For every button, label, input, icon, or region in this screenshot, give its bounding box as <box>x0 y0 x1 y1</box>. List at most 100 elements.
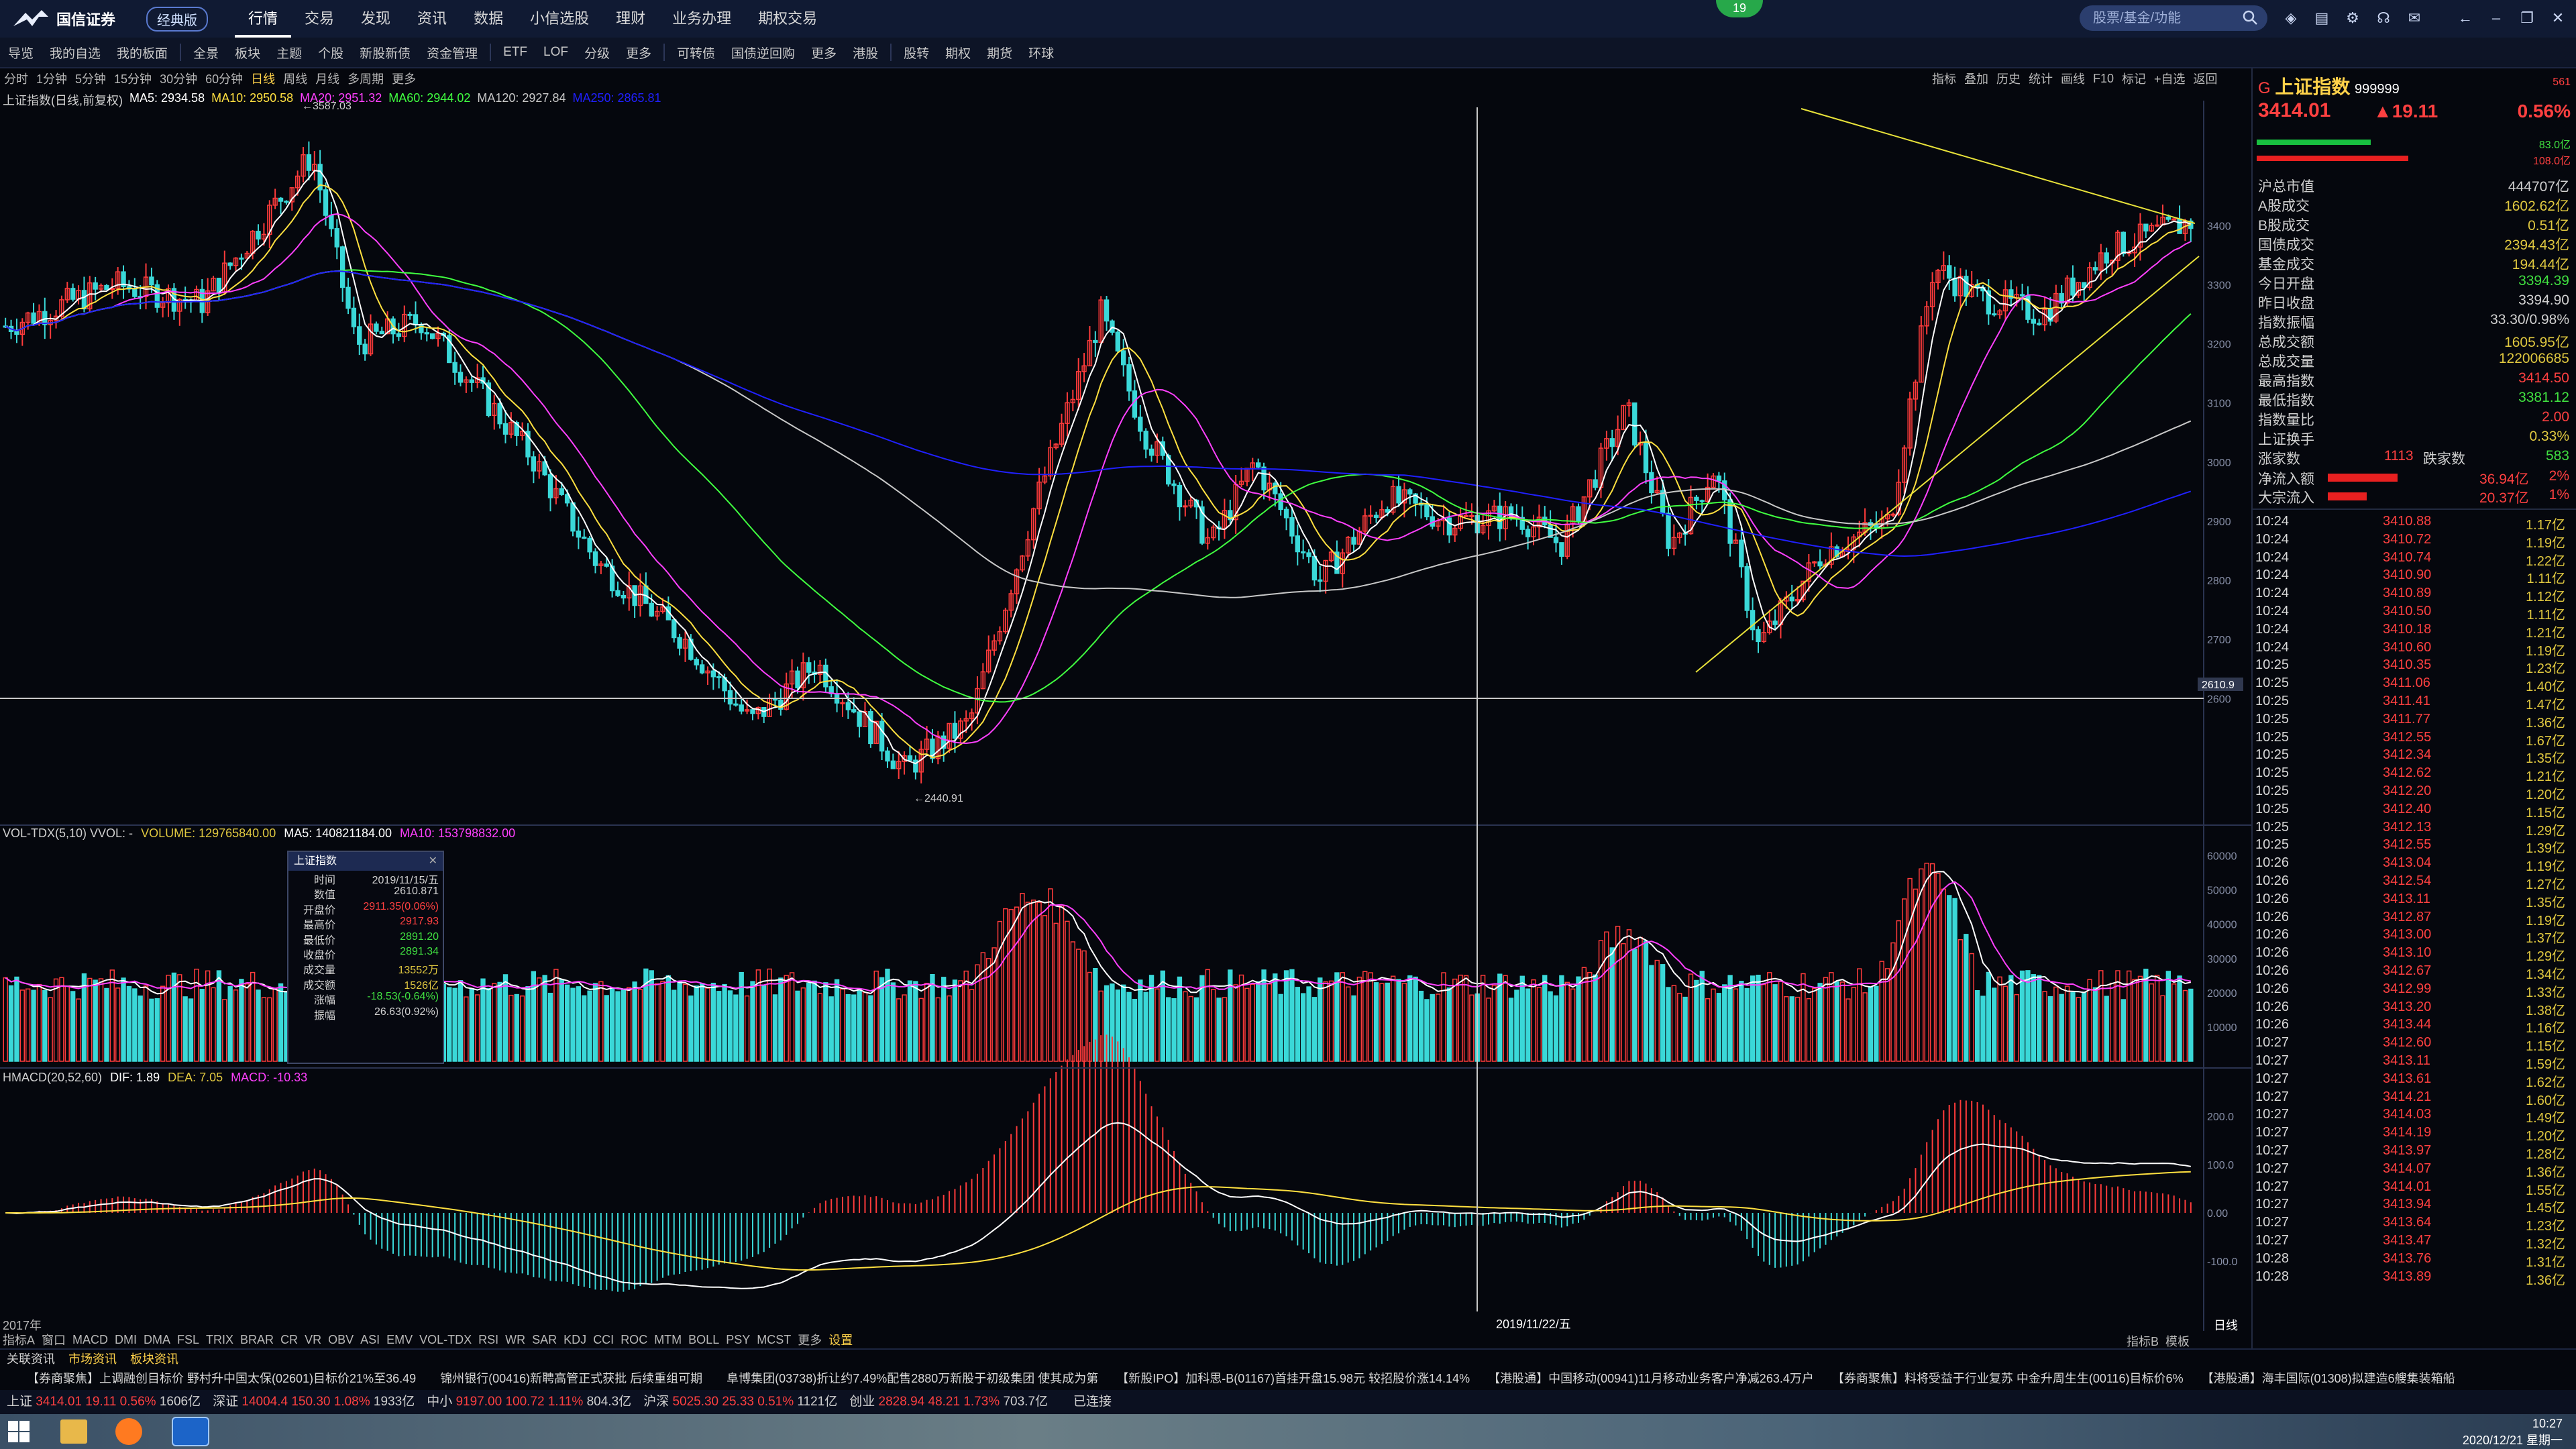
toolbar-item[interactable]: 更多 <box>618 44 659 62</box>
news-tab[interactable]: 板块资讯 <box>130 1350 178 1367</box>
period-tab[interactable]: 分时 <box>0 70 32 87</box>
indicator-tab[interactable]: BOLL <box>688 1333 719 1347</box>
nav-item[interactable]: 业务办理 <box>659 0 745 38</box>
indicator-tab[interactable]: EMV <box>386 1333 413 1347</box>
indicator-tab[interactable]: PSY <box>726 1333 750 1347</box>
period-tab[interactable]: 5分钟 <box>71 70 110 87</box>
period-tab[interactable]: 周线 <box>279 70 311 87</box>
toolbar-item[interactable]: 资金管理 <box>419 44 486 62</box>
maximize-icon[interactable]: ❐ <box>2517 8 2537 28</box>
period-tab[interactable]: 月线 <box>311 70 343 87</box>
toolbar-item[interactable]: 个股 <box>310 44 352 62</box>
period-tab[interactable]: 日线 <box>247 70 279 87</box>
toolbar-item[interactable]: 新股新债 <box>352 44 419 62</box>
indicator-tab[interactable]: MTM <box>654 1333 682 1347</box>
data-window[interactable]: 上证指数 ✕ 时间 2019/11/15/五 数值 2610.871 开盘价 2911.35… <box>287 851 444 1064</box>
indicator-tab[interactable]: RSI <box>478 1333 498 1347</box>
indicator-tab[interactable]: CCI <box>593 1333 614 1347</box>
trend-line-upper[interactable] <box>1801 108 2196 224</box>
chart-tool[interactable]: 指标 <box>1932 70 1956 87</box>
chart-tool[interactable]: 画线 <box>2061 70 2085 87</box>
indicator-tab[interactable]: ROC <box>621 1333 647 1347</box>
index-summary[interactable]: 上证 3414.01 19.11 0.56% 1606亿 <box>7 1395 201 1409</box>
indicator-tab[interactable]: VR <box>305 1333 321 1347</box>
back-icon[interactable]: ← <box>2455 8 2475 28</box>
news-tab[interactable]: 市场资讯 <box>68 1350 117 1367</box>
nav-item[interactable]: 交易 <box>291 0 347 38</box>
indicator-tab[interactable]: KDJ <box>564 1333 586 1347</box>
toolbar-item[interactable]: 全景 <box>185 44 227 62</box>
gear-icon[interactable]: ⚙ <box>2343 8 2363 28</box>
index-summary[interactable]: 深证 14004.4 150.30 1.08% 1933亿 <box>213 1395 415 1409</box>
chart-tool[interactable]: 历史 <box>1996 70 2021 87</box>
news-ticker[interactable]: 【券商聚焦】上调融创目标价 野村升中国太保(02601)目标价21%至36.49… <box>0 1367 2576 1390</box>
index-summary[interactable]: 创业 2828.94 48.21 1.73% 703.7亿 <box>849 1395 1048 1409</box>
indicator-tab[interactable]: WR <box>505 1333 525 1347</box>
indicator-tab[interactable]: DMA <box>144 1333 170 1347</box>
period-tab[interactable]: 60分钟 <box>201 70 247 87</box>
trend-line-lower[interactable] <box>1695 256 2200 673</box>
indicator-tab[interactable]: SAR <box>532 1333 557 1347</box>
nav-item[interactable]: 发现 <box>347 0 404 38</box>
toolbar-item[interactable]: 分级 <box>576 44 618 62</box>
toolbar-item[interactable]: ETF <box>495 45 535 60</box>
toolbar-item[interactable]: 可转债 <box>669 44 723 62</box>
toolbar-item[interactable]: 主题 <box>268 44 310 62</box>
file-explorer-icon[interactable] <box>60 1419 87 1444</box>
toolbar-item[interactable]: 更多 <box>803 44 845 62</box>
macd-chart[interactable]: 200.0 100.0 0.00 -100.0 <box>5 1034 2237 1292</box>
search-input[interactable]: 股票/基金/功能 <box>2080 5 2267 31</box>
indicator-tab[interactable]: FSL <box>177 1333 199 1347</box>
toolbar-item[interactable]: 港股 <box>845 44 886 62</box>
indicator-tab[interactable]: CR <box>280 1333 298 1347</box>
chart-tool[interactable]: 叠加 <box>1964 70 1988 87</box>
chart-tool[interactable]: +自选 <box>2154 70 2186 87</box>
index-summary[interactable]: 沪深 5025.30 25.33 0.51% 1121亿 <box>643 1395 837 1409</box>
period-tab[interactable]: 30分钟 <box>156 70 201 87</box>
indicator-tab[interactable]: 设置 <box>828 1331 853 1348</box>
toolbar-item[interactable]: 期权 <box>937 44 979 62</box>
close-icon[interactable]: ✕ <box>429 852 437 871</box>
toolbar-item[interactable]: 导览 <box>0 44 42 62</box>
period-tab[interactable]: 1分钟 <box>32 70 71 87</box>
minimize-icon[interactable]: – <box>2486 8 2506 28</box>
system-clock[interactable]: 10:27 2020/12/21 星期一 <box>2463 1417 2563 1448</box>
nav-item[interactable]: 数据 <box>460 0 517 38</box>
indicator-tab[interactable]: ASI <box>360 1333 380 1347</box>
period-tab[interactable]: 更多 <box>388 70 420 87</box>
document-icon[interactable]: ▤ <box>2312 8 2332 28</box>
chart-tool[interactable]: F10 <box>2093 72 2114 86</box>
indicator-tab[interactable]: VOL-TDX <box>419 1333 472 1347</box>
nav-item[interactable]: 资讯 <box>404 0 460 38</box>
stock-app-icon[interactable] <box>172 1417 209 1446</box>
message-icon[interactable]: ✉ <box>2404 8 2424 28</box>
toolbar-item[interactable]: 我的板面 <box>109 44 176 62</box>
indicator-tab[interactable]: MACD <box>72 1333 108 1347</box>
toolbar-item[interactable]: 我的自选 <box>42 44 109 62</box>
firefox-icon[interactable] <box>115 1418 142 1445</box>
indicator-tab[interactable]: TRIX <box>206 1333 233 1347</box>
indicator-tab[interactable]: 指标B <box>2127 1332 2159 1350</box>
chart-tool[interactable]: 统计 <box>2029 70 2053 87</box>
indicator-tab[interactable]: DMI <box>115 1333 137 1347</box>
toolbar-item[interactable]: 国债逆回购 <box>723 44 803 62</box>
toolbar-item[interactable]: 股转 <box>896 44 937 62</box>
index-summary[interactable]: 中小 9197.00 100.72 1.11% 804.3亿 <box>427 1395 631 1409</box>
toolbar-item[interactable]: LOF <box>535 45 576 60</box>
indicator-tab[interactable]: 指标A <box>3 1331 35 1348</box>
headset-icon[interactable]: ☊ <box>2373 8 2394 28</box>
candlestick-chart[interactable]: 3400 3300 3200 3100 3000 2900 2800 2700 2600 <box>3 141 2231 784</box>
nav-item[interactable]: 小信选股 <box>517 0 602 38</box>
chart-tool[interactable]: 标记 <box>2122 70 2146 87</box>
indicator-tab[interactable]: BRAR <box>240 1333 274 1347</box>
chart-tool[interactable]: 返回 <box>2194 70 2218 87</box>
toolbar-item[interactable]: 环球 <box>1020 44 1062 62</box>
news-tab[interactable]: 关联资讯 <box>7 1350 55 1367</box>
chart-canvas[interactable]: 3400 3300 3200 3100 3000 2900 2800 2700 2600 600… <box>0 101 2251 1335</box>
indicator-tab[interactable]: MCST <box>757 1333 791 1347</box>
toolbar-item[interactable]: 期货 <box>979 44 1020 62</box>
edition-switch[interactable]: 经典版 <box>146 6 208 32</box>
nav-item[interactable]: 期权交易 <box>745 0 830 38</box>
toolbar-item[interactable]: 板块 <box>227 44 268 62</box>
nav-item[interactable]: 行情 <box>235 0 292 38</box>
